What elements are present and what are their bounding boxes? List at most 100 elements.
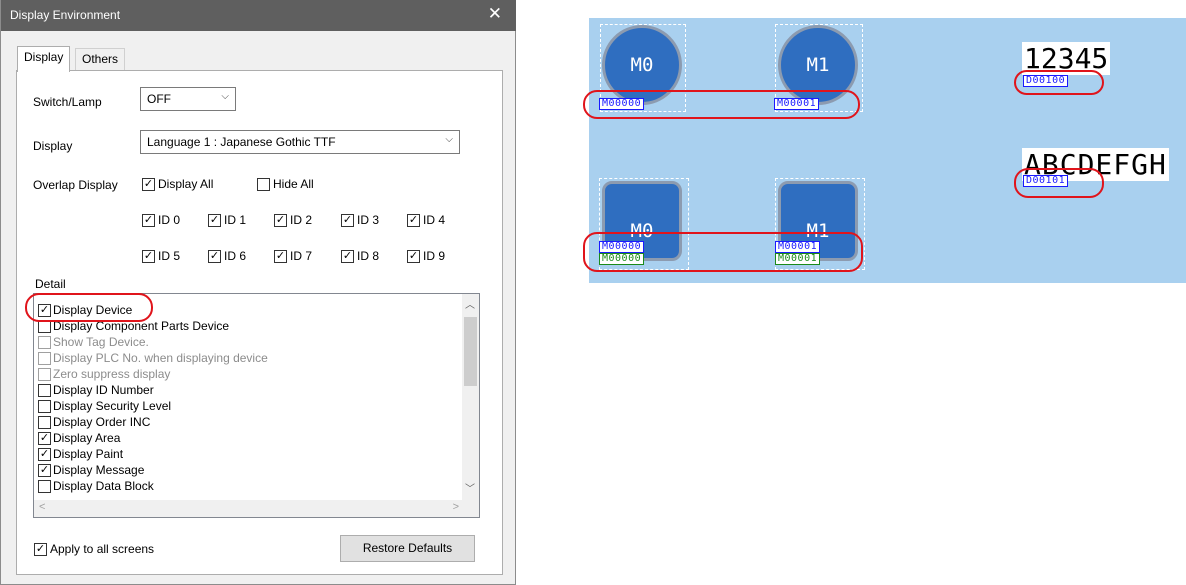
id4-checkbox[interactable]: ✓ ID 4 [407, 213, 445, 227]
detail-item-show-tag-device: Show Tag Device. [38, 334, 149, 350]
id6-checkbox[interactable]: ✓ ID 6 [208, 249, 246, 263]
restore-defaults-button[interactable]: Restore Defaults [340, 535, 475, 562]
close-icon[interactable]: ✕ [488, 4, 502, 24]
detail-listbox[interactable]: ✓ Display Device Display Component Parts … [33, 293, 480, 518]
switch-lamp-select[interactable]: OFF ⌵ [140, 87, 236, 111]
display-label: Display [33, 139, 73, 153]
checkbox-box [38, 351, 51, 365]
id0-label: ID 0 [158, 213, 181, 227]
detail-item-display-id-number[interactable]: Display ID Number [38, 382, 154, 398]
id2-checkbox[interactable]: ✓ ID 2 [274, 213, 312, 227]
checkbox-box: ✓ [142, 213, 155, 227]
scroll-up-icon[interactable]: ︿ [465, 296, 475, 311]
checkbox-box [38, 383, 51, 397]
id2-label: ID 2 [290, 213, 313, 227]
checkbox-box: ✓ [407, 249, 420, 263]
detail-item-label: Display Component Parts Device [53, 319, 230, 333]
id5-label: ID 5 [158, 249, 181, 263]
checkbox-box: ✓ [274, 213, 287, 227]
id4-label: ID 4 [423, 213, 446, 227]
checkbox-box: ✓ [208, 213, 221, 227]
tab-display[interactable]: Display [17, 46, 71, 72]
checkbox-box [38, 415, 51, 429]
scrollbar-corner [462, 500, 479, 517]
scroll-right-icon[interactable]: > [453, 501, 459, 513]
dialog-title: Display Environment [10, 8, 121, 22]
device-tag-m00001: M00001 [775, 241, 821, 253]
checkbox-box [38, 367, 51, 381]
hide-all-label: Hide All [273, 177, 314, 191]
detail-item-label: Display Security Level [53, 399, 172, 413]
detail-item-zero-suppress: Zero suppress display [38, 366, 170, 382]
switch-lamp-value: OFF [147, 92, 171, 106]
device-tag-d00101: D00101 [1023, 175, 1069, 187]
chevron-down-icon: ⌵ [221, 91, 229, 102]
device-tag-m00000: M00000 [599, 98, 645, 110]
detail-item-display-message[interactable]: ✓ Display Message [38, 462, 144, 478]
id9-checkbox[interactable]: ✓ ID 9 [407, 249, 445, 263]
checkbox-box: ✓ [407, 213, 420, 227]
id8-label: ID 8 [357, 249, 380, 263]
hide-all-checkbox[interactable]: Hide All [257, 177, 314, 191]
checkbox-box [38, 479, 51, 493]
apply-all-screens-checkbox[interactable]: ✓ Apply to all screens [34, 542, 154, 556]
id1-checkbox[interactable]: ✓ ID 1 [208, 213, 246, 227]
detail-item-display-paint[interactable]: ✓ Display Paint [38, 446, 123, 462]
detail-item-display-plc-no: Display PLC No. when displaying device [38, 350, 268, 366]
id1-label: ID 1 [224, 213, 247, 227]
lamp-part-m0[interactable]: M0 [602, 25, 682, 105]
detail-item-label: Display Order INC [53, 415, 151, 429]
detail-item-label: Display Data Block [53, 479, 154, 493]
title-bar: Display Environment ✕ [1, 0, 516, 31]
checkbox-box: ✓ [38, 431, 51, 445]
scroll-left-icon[interactable]: < [39, 501, 45, 513]
id3-checkbox[interactable]: ✓ ID 3 [341, 213, 379, 227]
detail-item-display-order-inc[interactable]: Display Order INC [38, 414, 150, 430]
detail-item-display-device[interactable]: ✓ Display Device [38, 302, 132, 318]
display-font-select[interactable]: Language 1 : Japanese Gothic TTF ⌵ [140, 130, 460, 154]
detail-item-display-security-level[interactable]: Display Security Level [38, 398, 171, 414]
id7-checkbox[interactable]: ✓ ID 7 [274, 249, 312, 263]
checkbox-box: ✓ [38, 303, 51, 317]
scroll-down-icon[interactable]: ﹀ [465, 480, 475, 495]
detail-item-label: Display Area [53, 431, 121, 445]
device-tag-m00001: M00001 [774, 98, 820, 110]
id0-checkbox[interactable]: ✓ ID 0 [142, 213, 180, 227]
id8-checkbox[interactable]: ✓ ID 8 [341, 249, 379, 263]
device-tag-m00000-green: M00000 [599, 253, 645, 265]
detail-item-label: Display ID Number [53, 383, 154, 397]
apply-all-screens-label: Apply to all screens [50, 542, 155, 556]
display-font-value: Language 1 : Japanese Gothic TTF [147, 135, 336, 149]
detail-item-label: Display PLC No. when displaying device [53, 351, 268, 365]
display-all-label: Display All [158, 177, 214, 191]
checkbox-box [38, 399, 51, 413]
checkbox-box: ✓ [208, 249, 221, 263]
checkbox-box: ✓ [142, 177, 155, 191]
detail-item-label: Display Device [53, 303, 133, 317]
id9-label: ID 9 [423, 249, 446, 263]
overlap-display-label: Overlap Display [33, 178, 118, 192]
scroll-thumb[interactable] [464, 317, 477, 386]
detail-item-label: Show Tag Device. [53, 335, 149, 349]
id6-label: ID 6 [224, 249, 247, 263]
horizontal-scrollbar[interactable]: < > [34, 500, 464, 517]
checkbox-box: ✓ [34, 542, 47, 556]
tab-others[interactable]: Others [75, 48, 126, 70]
vertical-scrollbar[interactable]: ︿ ﹀ [462, 294, 479, 501]
checkbox-box: ✓ [341, 213, 354, 227]
device-tag-m00001-green: M00001 [775, 253, 821, 265]
checkbox-box: ✓ [341, 249, 354, 263]
detail-item-component-parts-device[interactable]: Display Component Parts Device [38, 318, 229, 334]
device-tag-m00000: M00000 [599, 241, 645, 253]
id3-label: ID 3 [357, 213, 380, 227]
display-all-checkbox[interactable]: ✓ Display All [142, 177, 213, 191]
detail-item-display-data-block[interactable]: Display Data Block [38, 478, 154, 494]
lamp-part-m1[interactable]: M1 [778, 25, 858, 105]
id5-checkbox[interactable]: ✓ ID 5 [142, 249, 180, 263]
detail-item-label: Zero suppress display [53, 367, 171, 381]
checkbox-box: ✓ [38, 447, 51, 461]
detail-item-display-area[interactable]: ✓ Display Area [38, 430, 120, 446]
detail-label: Detail [35, 277, 66, 291]
numeric-display[interactable]: 12345 [1022, 42, 1111, 75]
checkbox-box: ✓ [142, 249, 155, 263]
